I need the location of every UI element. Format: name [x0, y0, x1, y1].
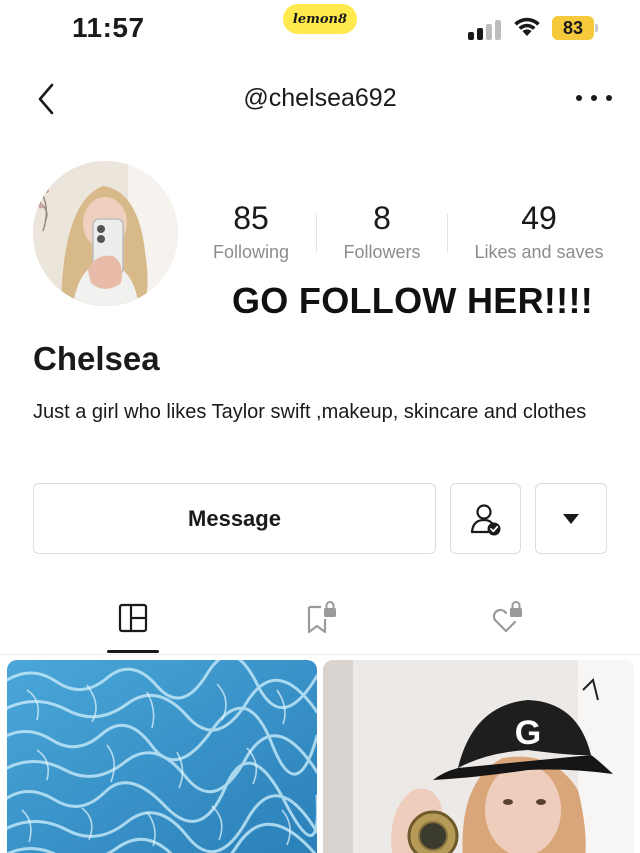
dot [606, 95, 612, 101]
stat-following[interactable]: 85 Following [205, 198, 297, 263]
grid-icon [118, 603, 148, 633]
more-horizontal-icon [576, 95, 582, 101]
stat-likes-and-saves[interactable]: 49 Likes and saves [468, 198, 610, 263]
profile-bio: Just a girl who likes Taylor swift ,make… [33, 401, 587, 423]
active-tab-indicator [107, 650, 159, 653]
tab-saved[interactable] [301, 598, 341, 638]
profile-name: Chelsea [33, 340, 160, 377]
user-check-icon [470, 503, 500, 535]
tab-posts[interactable] [113, 598, 153, 638]
message-button[interactable]: Message [33, 483, 436, 554]
status-time: 11:57 [72, 12, 145, 43]
triangle-down-icon [563, 513, 579, 524]
stat-value: 85 [233, 200, 269, 236]
person-with-cap-photo: G [323, 660, 634, 853]
dot [591, 95, 597, 101]
stat-value: 49 [521, 200, 557, 236]
more-actions-dropdown[interactable] [535, 483, 607, 554]
wifi-icon [512, 14, 542, 38]
heart-lock-icon [492, 601, 522, 633]
tabs-divider [0, 654, 640, 655]
bookmark-lock-icon [307, 601, 336, 634]
lemon8-badge: lemon8 [283, 4, 357, 34]
battery-level: 83 [562, 17, 584, 38]
more-options-button[interactable] [576, 86, 612, 110]
stat-value: 8 [373, 200, 391, 236]
profile-handle-title: @chelsea692 [243, 84, 397, 112]
stat-label: Likes and saves [474, 242, 604, 262]
post-card[interactable]: G [323, 660, 634, 853]
following-status-button[interactable] [450, 483, 521, 554]
post-card[interactable] [7, 660, 317, 853]
message-button-label: Message [188, 505, 281, 531]
battery-indicator: 83 [552, 16, 594, 40]
avatar[interactable] [33, 161, 178, 306]
stat-divider [316, 214, 317, 252]
avatar-photo [33, 161, 178, 306]
pool-water-photo [7, 660, 317, 853]
cellular-signal-icon [468, 20, 502, 40]
cap-letter-logo: G [515, 714, 541, 752]
status-bar: 11:57 lemon8 83 [0, 0, 640, 56]
tab-liked[interactable] [487, 598, 527, 638]
stat-followers[interactable]: 8 Followers [336, 198, 428, 263]
overlay-caption: GO FOLLOW HER!!!! [232, 280, 594, 321]
battery-cap [595, 24, 598, 32]
stat-label: Following [212, 242, 290, 262]
stat-divider [447, 214, 448, 252]
stat-label: Followers [343, 242, 421, 262]
